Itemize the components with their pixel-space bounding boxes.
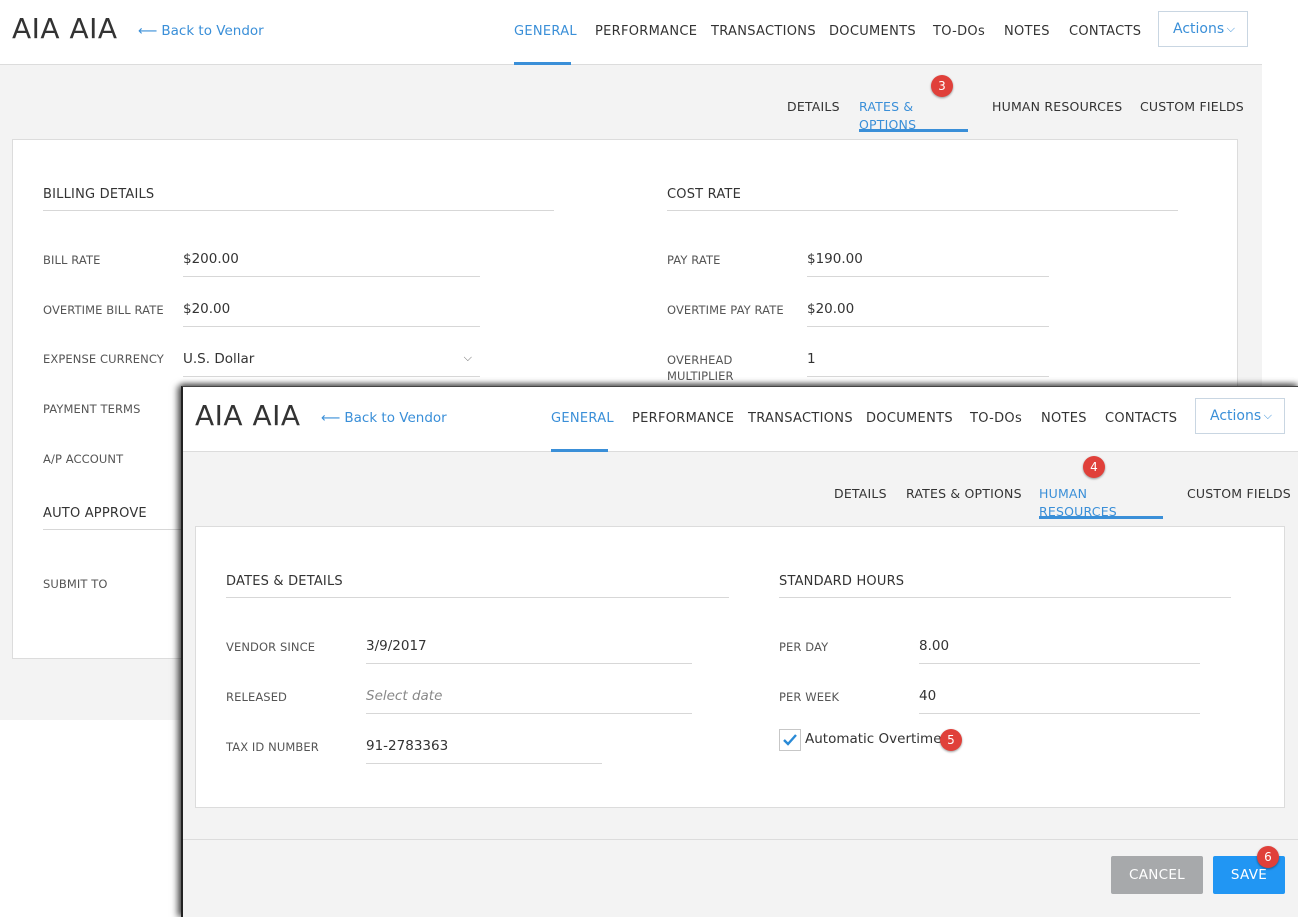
per-week-input[interactable]: 40 — [919, 688, 1200, 714]
expense-currency-label: EXPENSE CURRENCY — [43, 352, 164, 366]
actions-button[interactable]: Actions ⌵ — [1158, 11, 1248, 47]
chevron-down-icon: ⌵ — [1226, 22, 1235, 35]
tab-performance[interactable]: PERFORMANCE — [595, 0, 697, 65]
form-footer: CANCEL SAVE 6 — [183, 839, 1298, 917]
overtime-bill-rate-label: OVERTIME BILL RATE — [43, 303, 164, 317]
vendor-screen-human-resources: AIA AIA ⟵ Back to Vendor GENERAL PERFORMA… — [181, 386, 1298, 917]
chevron-down-icon: ⌵ — [1263, 409, 1272, 422]
arrow-left-icon: ⟵ — [138, 23, 158, 39]
step-badge: 6 — [1257, 846, 1279, 868]
subtab-rates-options[interactable]: RATES & OPTIONS — [859, 98, 968, 132]
tax-id-input[interactable]: 91-2783363 — [366, 738, 602, 764]
subtab-custom-fields[interactable]: CUSTOM FIELDS — [1187, 485, 1291, 519]
subtab-rates-options[interactable]: RATES & OPTIONS — [906, 485, 1022, 519]
billing-details-heading: BILLING DETAILS — [43, 187, 554, 211]
step-badge: 5 — [940, 729, 962, 751]
tab-transactions[interactable]: TRANSACTIONS — [748, 387, 853, 452]
per-day-label: PER DAY — [779, 640, 829, 654]
per-week-label: PER WEEK — [779, 690, 840, 704]
step-badge: 4 — [1083, 456, 1105, 478]
pay-rate-input[interactable]: $190.00 — [807, 251, 1049, 277]
submit-to-label: SUBMIT TO — [43, 577, 108, 591]
checkmark-icon — [783, 734, 797, 746]
tab-contacts[interactable]: CONTACTS — [1105, 387, 1177, 452]
subtab-human-resources[interactable]: HUMAN RESOURCES — [1039, 485, 1163, 519]
tab-documents[interactable]: DOCUMENTS — [866, 387, 953, 452]
human-resources-card: DATES & DETAILS VENDOR SINCE 3/9/2017 RE… — [195, 526, 1285, 808]
payment-terms-label: PAYMENT TERMS — [43, 402, 141, 416]
per-day-input[interactable]: 8.00 — [919, 638, 1200, 664]
overtime-pay-rate-input[interactable]: $20.00 — [807, 301, 1049, 327]
top-bar: AIA AIA ⟵ Back to Vendor GENERAL PERFORMA… — [183, 387, 1298, 452]
page-title: AIA AIA — [195, 399, 301, 432]
automatic-overtime-label[interactable]: Automatic Overtime — [805, 731, 942, 747]
dates-details-heading: DATES & DETAILS — [226, 574, 729, 598]
tab-contacts[interactable]: CONTACTS — [1069, 0, 1141, 65]
released-label: RELEASED — [226, 690, 288, 704]
tab-general[interactable]: GENERAL — [514, 0, 577, 65]
top-bar: AIA AIA ⟵ Back to Vendor GENERAL PERFORMA… — [0, 0, 1262, 65]
tab-todos[interactable]: TO-DOs — [933, 0, 985, 65]
tab-todos[interactable]: TO-DOs — [970, 387, 1022, 452]
tab-documents[interactable]: DOCUMENTS — [829, 0, 916, 65]
tab-performance[interactable]: PERFORMANCE — [632, 387, 734, 452]
bill-rate-input[interactable]: $200.00 — [183, 251, 480, 277]
content-area: 4 DETAILS RATES & OPTIONS HUMAN RESOURCE… — [183, 452, 1298, 839]
back-to-vendor-link[interactable]: ⟵ Back to Vendor — [138, 23, 264, 39]
standard-hours-heading: STANDARD HOURS — [779, 574, 1231, 598]
expense-currency-select[interactable]: U.S. Dollar ⌵ — [183, 351, 480, 377]
chevron-down-icon: ⌵ — [463, 351, 472, 364]
tab-general[interactable]: GENERAL — [551, 387, 614, 452]
pay-rate-label: PAY RATE — [667, 253, 721, 267]
cancel-button[interactable]: CANCEL — [1111, 856, 1203, 894]
cost-rate-heading: COST RATE — [667, 187, 1178, 211]
arrow-left-icon: ⟵ — [321, 410, 341, 426]
tab-notes[interactable]: NOTES — [1004, 0, 1050, 65]
step-badge: 3 — [931, 75, 953, 97]
overhead-multiplier-input[interactable]: 1 — [807, 351, 1049, 377]
overhead-multiplier-label: OVERHEAD MULTIPLIER — [667, 353, 734, 383]
actions-button[interactable]: Actions ⌵ — [1195, 398, 1285, 434]
subtab-custom-fields[interactable]: CUSTOM FIELDS — [1140, 98, 1244, 132]
vendor-since-input[interactable]: 3/9/2017 — [366, 638, 692, 664]
subtab-human-resources[interactable]: HUMAN RESOURCES — [992, 98, 1122, 132]
released-date-input[interactable]: Select date — [366, 688, 692, 714]
ap-account-label: A/P ACCOUNT — [43, 452, 124, 466]
subtab-details[interactable]: DETAILS — [787, 98, 840, 132]
subtab-details[interactable]: DETAILS — [834, 485, 887, 519]
overtime-pay-rate-label: OVERTIME PAY RATE — [667, 303, 784, 317]
automatic-overtime-checkbox[interactable] — [779, 729, 801, 751]
tab-notes[interactable]: NOTES — [1041, 387, 1087, 452]
page-title: AIA AIA — [12, 12, 118, 45]
tax-id-label: TAX ID NUMBER — [226, 740, 319, 754]
vendor-since-label: VENDOR SINCE — [226, 640, 316, 654]
bill-rate-label: BILL RATE — [43, 253, 101, 267]
overtime-bill-rate-input[interactable]: $20.00 — [183, 301, 480, 327]
tab-transactions[interactable]: TRANSACTIONS — [711, 0, 816, 65]
back-to-vendor-link[interactable]: ⟵ Back to Vendor — [321, 410, 447, 426]
